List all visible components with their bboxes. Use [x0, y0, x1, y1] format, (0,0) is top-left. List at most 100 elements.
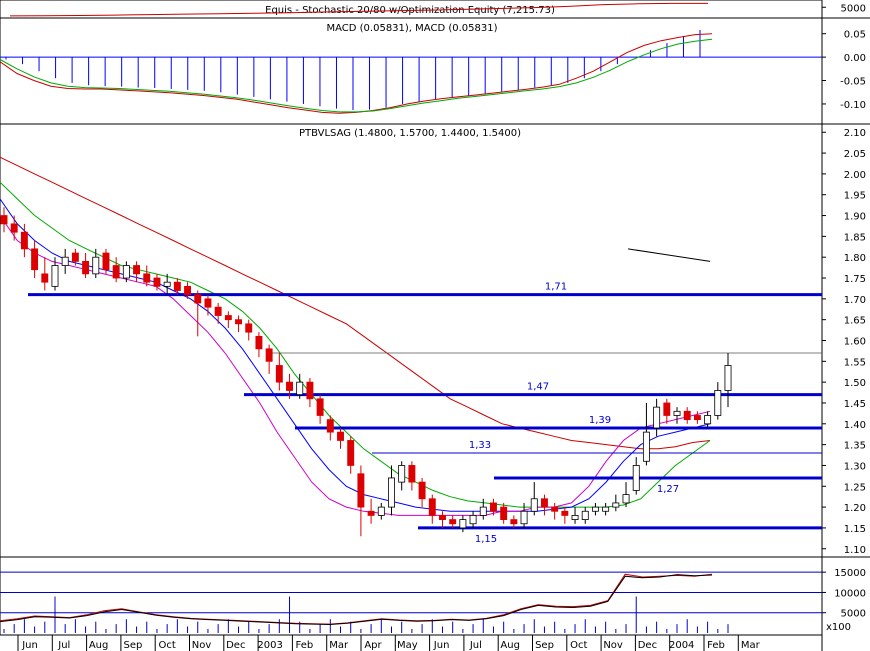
price-y-tick-label: 2.10: [844, 128, 866, 139]
macd-y-tick-label: 0.05: [844, 30, 866, 41]
x-tick-label: Jul: [469, 640, 482, 651]
candle-body: [530, 498, 538, 512]
candle-body: [265, 348, 273, 362]
candle-body: [714, 390, 722, 416]
price-y-tick-label: 1.50: [844, 378, 866, 389]
x-tick-label: Jun: [433, 640, 450, 651]
price-y-tick-label: 1.40: [844, 420, 866, 431]
candle-body: [520, 510, 528, 525]
candle-body: [673, 410, 681, 416]
x-tick-label: Feb: [707, 640, 725, 651]
candle-body: [71, 252, 79, 262]
x-tick-label: 2003: [257, 640, 282, 651]
candle-body: [439, 515, 446, 520]
candle-body: [51, 265, 59, 287]
x-tick-label: Feb: [296, 640, 314, 651]
candle-body: [143, 273, 151, 283]
candle-body: [581, 510, 589, 520]
candle-body: [540, 498, 548, 508]
candle-body: [663, 402, 671, 416]
price-y-tick-label: 1.90: [844, 212, 866, 223]
x-tick-label: Jun: [21, 640, 38, 651]
candle-body: [693, 415, 701, 421]
candle-body: [214, 306, 222, 316]
candle-body: [388, 477, 395, 508]
candle-body: [377, 506, 385, 516]
x-tick-label: Mar: [741, 640, 761, 651]
price-y-tick-label: 1.30: [844, 461, 866, 472]
candle-body: [184, 285, 192, 296]
candle-body: [10, 223, 18, 233]
candle-body: [0, 215, 8, 225]
candle-body: [551, 506, 559, 512]
candle-body: [622, 494, 630, 504]
price-y-tick-label: 1.75: [844, 274, 866, 285]
candle-body: [367, 510, 375, 516]
level-label: 1,15: [475, 534, 497, 545]
price-y-tick-label: 1.45: [844, 399, 866, 410]
candle-body: [163, 281, 171, 287]
price-y-tick-label: 1.15: [844, 524, 866, 535]
level-label: 1,33: [469, 440, 491, 451]
candle-body: [204, 298, 212, 308]
candle-body: [459, 519, 467, 529]
candle-body: [612, 502, 620, 508]
candle-body: [479, 506, 487, 516]
candle-body: [31, 248, 39, 271]
level-label: 1,27: [657, 484, 679, 495]
x-tick-label: Oct: [159, 640, 176, 651]
candle-body: [235, 319, 242, 325]
x-tick-label: Dec: [638, 640, 657, 651]
candle-body: [112, 265, 120, 279]
candle-body: [408, 465, 416, 483]
candle-body: [602, 506, 610, 512]
volume-y-tick-label: 15000: [834, 568, 866, 579]
x-tick-label: May: [397, 640, 418, 651]
x-tick-label: Aug: [500, 640, 520, 651]
price-y-tick-label: 1.80: [844, 253, 866, 264]
candle-body: [642, 431, 650, 462]
macd-y-tick-label: -0.05: [840, 77, 866, 88]
x-tick-label: Nov: [192, 640, 212, 651]
candle-body: [245, 323, 253, 333]
candle-body: [275, 365, 283, 383]
volume-y-tick-label: 10000: [834, 588, 866, 599]
x-tick-label: 2004: [669, 640, 694, 651]
candle-body: [683, 410, 691, 421]
candle-body: [500, 506, 508, 520]
candle-body: [296, 381, 304, 396]
candle-body: [510, 519, 518, 525]
x-tick-label: Nov: [603, 640, 623, 651]
x-tick-label: Mar: [329, 640, 349, 651]
candle-body: [194, 294, 202, 304]
candle-body: [41, 273, 49, 283]
candle-body: [133, 265, 141, 275]
level-label: 1,47: [527, 382, 549, 393]
candle-body: [428, 498, 436, 516]
candle-body: [653, 406, 661, 429]
x-axis: Jun Jul Aug Sep Oct Nov Dec 2003 Feb Mar Apr May Jun…: [17, 635, 761, 651]
candle-body: [20, 231, 28, 250]
candle-body: [449, 519, 457, 525]
candle-body: [224, 315, 232, 321]
candle-body: [398, 465, 406, 483]
candle-body: [61, 256, 69, 266]
x-tick-label: Dec: [226, 640, 245, 651]
price-y-tick-label: 1.65: [844, 316, 866, 327]
macd-y-tick-label: -0.10: [840, 100, 866, 111]
candle-body: [561, 510, 569, 516]
price-y-tick-label: 1.35: [844, 441, 866, 452]
x-tick-label: Sep: [123, 640, 142, 651]
x-tick-label: Jul: [57, 640, 70, 651]
candle-body: [82, 260, 90, 275]
price-title: PTBVLSAG (1.4800, 1.5700, 1.4400, 1.5400…: [299, 128, 521, 139]
x-tick-label: Aug: [89, 640, 109, 651]
volume-y-tick-label: 5000: [841, 609, 866, 620]
candle-body: [337, 431, 344, 441]
candle-body: [102, 252, 110, 271]
candle-body: [418, 481, 426, 500]
level-label: 1,39: [589, 415, 611, 426]
candle-body: [153, 277, 161, 287]
volume-unit-label: x100: [826, 622, 851, 633]
price-y-tick-label: 2.00: [844, 170, 866, 181]
